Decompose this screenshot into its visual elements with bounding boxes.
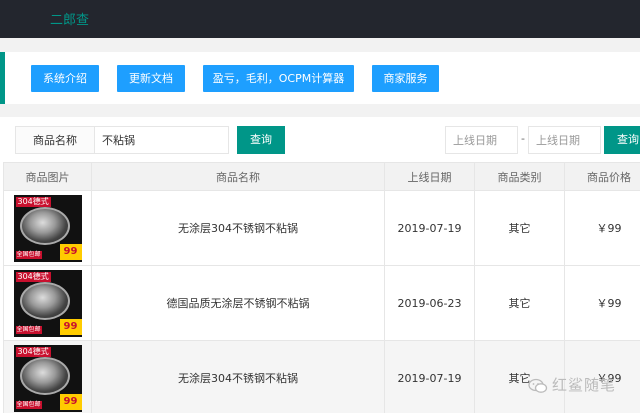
query-button[interactable]: 查询	[237, 126, 285, 154]
pan-image	[19, 356, 70, 395]
product-thumbnail[interactable]: 304德式 全国包邮 99	[13, 344, 82, 412]
image-cell: 304德式 全国包邮 99	[3, 265, 92, 341]
thumb-ship: 全国包邮	[15, 250, 42, 259]
table-row[interactable]: 304德式 全国包邮 99 无涂层304不锈钢不粘锅 2019-07-19 其它…	[3, 190, 640, 266]
thumb-ship: 全国包邮	[15, 400, 42, 409]
category-cell: 其它	[474, 265, 565, 341]
price-badge: 99	[59, 393, 82, 410]
category-cell: 其它	[474, 190, 565, 266]
product-thumbnail[interactable]: 304德式 全国包邮 99	[13, 269, 82, 337]
merchant-service-button[interactable]: 商家服务	[372, 65, 439, 92]
header-name: 商品名称	[91, 162, 385, 191]
price-cell: ￥99	[564, 190, 640, 266]
wechat-icon	[528, 378, 548, 393]
date-start-input[interactable]	[445, 126, 518, 154]
top-bar: 二郎查	[0, 0, 640, 38]
date-cell: 2019-06-23	[384, 265, 475, 341]
product-name-cell: 无涂层304不锈钢不粘锅	[91, 190, 385, 266]
button-bar: 系统介绍 更新文档 盈亏，毛利，OCPM计算器 商家服务	[0, 52, 640, 104]
date-cell: 2019-07-19	[384, 190, 475, 266]
pan-image	[19, 206, 70, 245]
header-price: 商品价格	[564, 162, 640, 191]
thumb-tag: 304德式	[15, 196, 51, 207]
image-cell: 304德式 全国包邮 99	[3, 190, 92, 266]
calculator-button[interactable]: 盈亏，毛利，OCPM计算器	[203, 65, 354, 92]
product-thumbnail[interactable]: 304德式 全国包邮 99	[13, 194, 82, 262]
watermark-text: 红鲨随笔	[552, 376, 617, 394]
date-end-input[interactable]	[528, 126, 601, 154]
product-name-cell: 无涂层304不锈钢不粘锅	[91, 340, 385, 413]
thumb-tag: 304德式	[15, 271, 51, 282]
pan-image	[19, 281, 70, 320]
header-date: 上线日期	[384, 162, 475, 191]
thumb-tag: 304德式	[15, 346, 51, 357]
image-cell: 304德式 全国包邮 99	[3, 340, 92, 413]
update-docs-button[interactable]: 更新文档	[117, 65, 185, 92]
query-button-2[interactable]: 查询	[604, 126, 640, 154]
date-separator: -	[521, 132, 525, 145]
price-badge: 99	[59, 318, 82, 335]
product-name-cell: 德国品质无涂层不锈钢不粘锅	[91, 265, 385, 341]
price-badge: 99	[59, 243, 82, 260]
app-title[interactable]: 二郎查	[50, 9, 89, 28]
product-name-input[interactable]	[94, 126, 229, 154]
table-header-row: 商品图片 商品名称 上线日期 商品类别 商品价格	[3, 162, 640, 191]
product-name-label: 商品名称	[15, 126, 95, 154]
system-intro-button[interactable]: 系统介绍	[31, 65, 99, 92]
table-row[interactable]: 304德式 全国包邮 99 德国品质无涂层不锈钢不粘锅 2019-06-23 其…	[3, 265, 640, 341]
thumb-ship: 全国包邮	[15, 325, 42, 334]
header-category: 商品类别	[474, 162, 565, 191]
watermark: 红鲨随笔	[528, 374, 616, 395]
date-cell: 2019-07-19	[384, 340, 475, 413]
header-image: 商品图片	[3, 162, 92, 191]
price-cell: ￥99	[564, 265, 640, 341]
